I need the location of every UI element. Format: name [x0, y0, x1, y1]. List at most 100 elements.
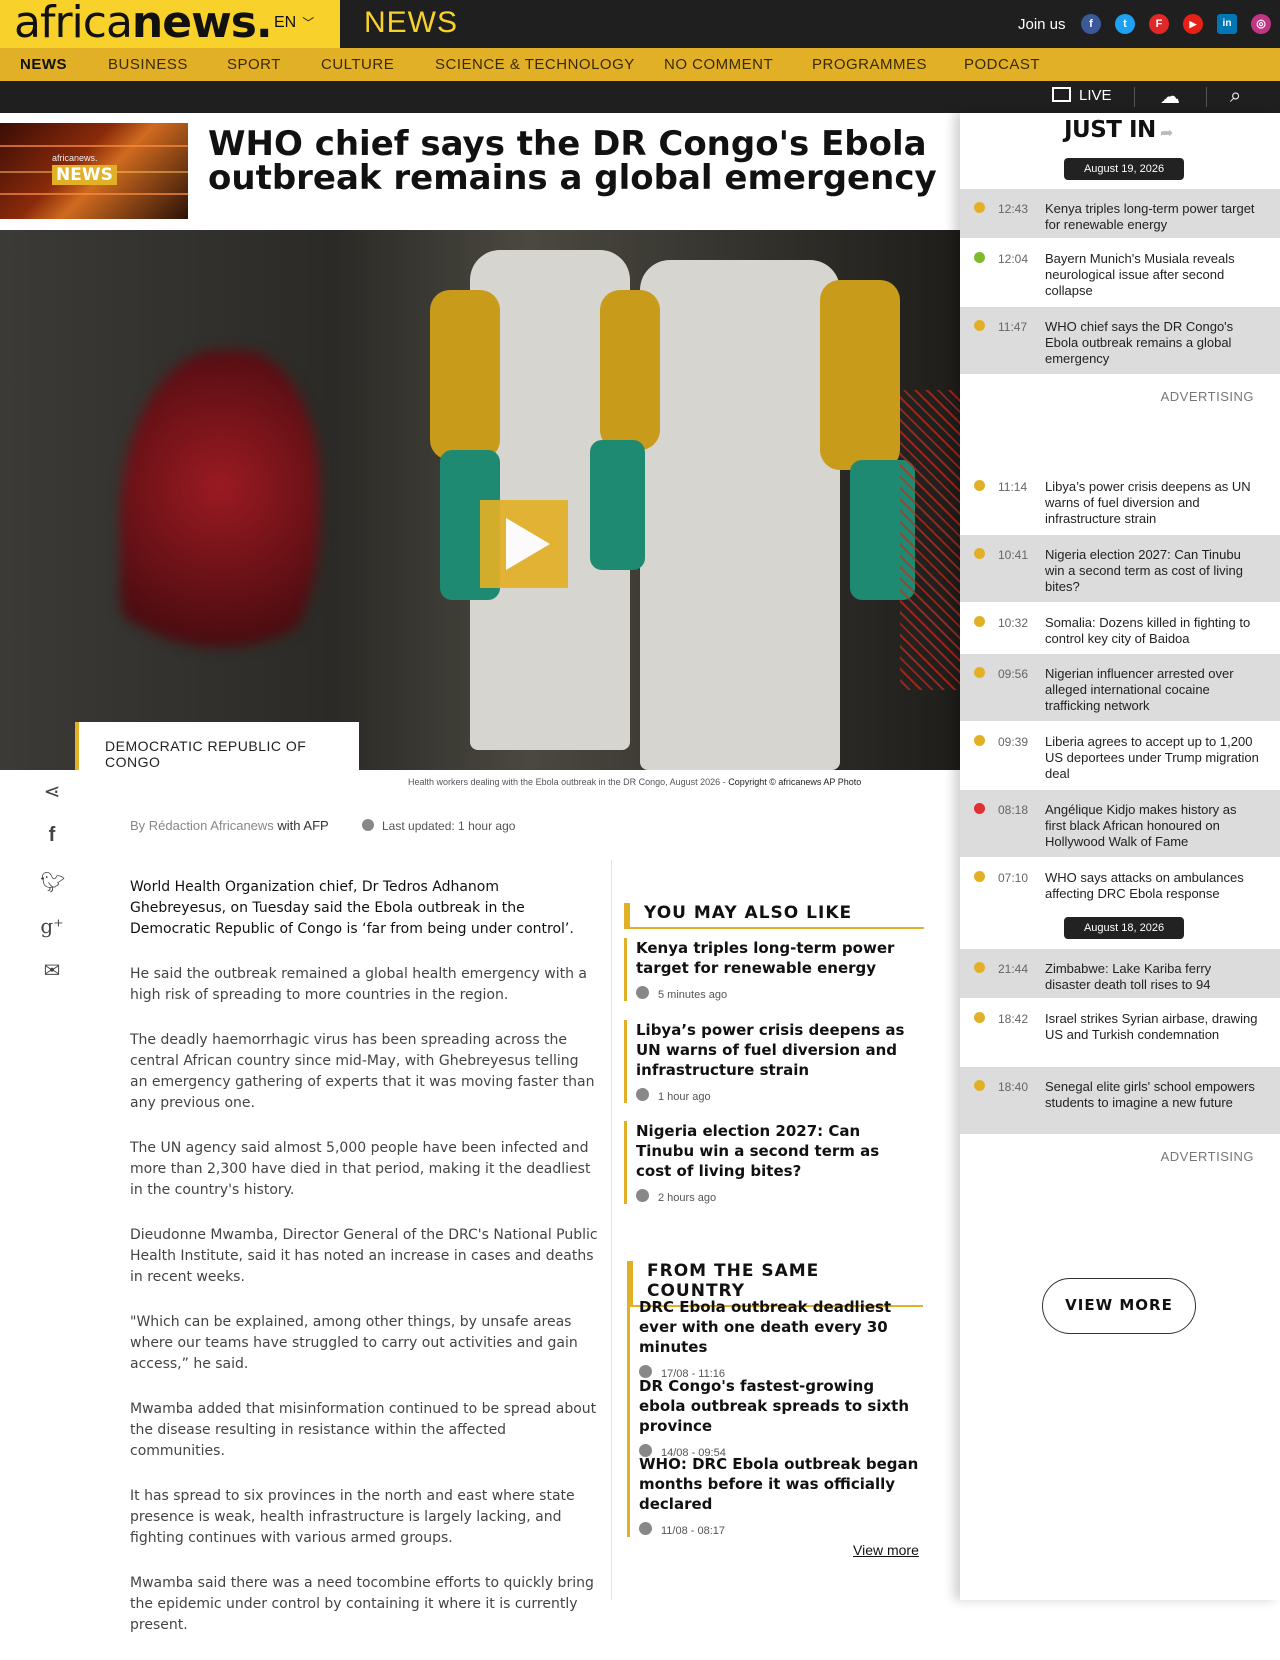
- related-item[interactable]: Nigeria election 2027: Can Tinubu win a …: [624, 1121, 916, 1204]
- share-arrow-icon[interactable]: ➦: [1160, 123, 1173, 143]
- article-paragraph: The UN agency said almost 5,000 people h…: [130, 1140, 591, 1198]
- article-paragraph: World Health Organization chief, Dr Tedr…: [130, 879, 574, 937]
- play-icon[interactable]: [480, 500, 568, 588]
- just-in-sidebar: JUST IN ➦ August 19, 2026 12:43 Kenya tr…: [960, 113, 1280, 1600]
- top-bar: africanews. EN ﹀ NEWS Join us f t F ▶ in …: [0, 0, 1280, 48]
- nav-no-comment[interactable]: NO COMMENT: [664, 56, 773, 73]
- linkedin-icon[interactable]: in: [1217, 14, 1237, 34]
- nav-business[interactable]: BUSINESS: [108, 56, 188, 73]
- thumbnail-news-label: NEWS: [52, 165, 117, 185]
- article-body: World Health Organization chief, Dr Tedr…: [130, 877, 598, 1660]
- facebook-icon[interactable]: f: [40, 824, 64, 847]
- just-in-item[interactable]: 12:04 Bayern Munich's Musiala reveals ne…: [960, 239, 1280, 306]
- hero-video[interactable]: DEMOCRATIC REPUBLIC OF CONGO: [0, 230, 960, 770]
- divider: [1206, 87, 1207, 107]
- africanews-logo[interactable]: africanews.: [14, 0, 273, 46]
- clock-icon: [974, 667, 985, 678]
- clock-icon: [974, 803, 985, 814]
- yellow-sleeve: [820, 280, 900, 470]
- view-more-button[interactable]: VIEW MORE: [1042, 1278, 1196, 1334]
- page-title: WHO chief says the DR Congo's Ebola outb…: [208, 124, 937, 198]
- article-paragraph: It has spread to six provinces in the no…: [130, 1488, 575, 1546]
- last-updated: Last updated: 1 hour ago: [362, 819, 515, 833]
- yellow-sleeve: [430, 290, 500, 460]
- just-in-item[interactable]: 21:44 Zimbabwe: Lake Kariba ferry disast…: [960, 949, 1280, 998]
- chevron-down-icon: ﹀: [302, 16, 315, 30]
- related-item[interactable]: Kenya triples long-term power target for…: [624, 938, 916, 1001]
- instagram-icon[interactable]: ◎: [1251, 14, 1271, 34]
- nav-culture[interactable]: CULTURE: [321, 56, 394, 73]
- language-selector[interactable]: EN ﹀: [274, 14, 314, 32]
- nav-news[interactable]: NEWS: [20, 56, 67, 73]
- clock-icon: [974, 202, 985, 213]
- nav-sport[interactable]: SPORT: [227, 56, 281, 73]
- related-item[interactable]: WHO: DRC Ebola outbreak began months bef…: [627, 1454, 919, 1537]
- related-item-time: 1 hour ago: [636, 1088, 916, 1103]
- related-item-title[interactable]: Libya’s power crisis deepens as UN warns…: [636, 1020, 916, 1080]
- youtube-icon[interactable]: ▶: [1183, 14, 1203, 34]
- facebook-icon[interactable]: f: [1081, 14, 1101, 34]
- just-in-item[interactable]: 10:32 Somalia: Dozens killed in fighting…: [960, 603, 1280, 652]
- clock-icon: [974, 616, 985, 627]
- weather-icon[interactable]: ☁: [1160, 84, 1180, 109]
- just-in-item[interactable]: 18:40 Senegal elite girls' school empowe…: [960, 1067, 1280, 1134]
- related-item[interactable]: Libya’s power crisis deepens as UN warns…: [624, 1020, 916, 1103]
- google-plus-icon[interactable]: g⁺: [40, 914, 64, 938]
- health-worker-figure: [640, 260, 840, 770]
- byline: By Rédaction Africanews with AFP: [130, 818, 329, 833]
- email-icon[interactable]: ✉: [40, 958, 64, 983]
- just-in-item[interactable]: 10:41 Nigeria election 2027: Can Tinubu …: [960, 535, 1280, 602]
- tv-icon: [1052, 87, 1071, 102]
- main-nav: NEWS BUSINESS SPORT CULTURE SCIENCE & TE…: [0, 48, 1280, 81]
- related-item[interactable]: DR Congo's fastest-growing ebola outbrea…: [627, 1376, 919, 1459]
- just-in-item[interactable]: 07:10 WHO says attacks on ambulances aff…: [960, 858, 1280, 903]
- search-icon[interactable]: ⌕: [1230, 85, 1241, 108]
- news-thumbnail: africanews. NEWS: [0, 123, 188, 219]
- clock-icon: [974, 252, 985, 263]
- just-in-item[interactable]: 09:39 Liberia agrees to accept up to 1,2…: [960, 722, 1280, 789]
- clock-icon: [636, 1189, 649, 1202]
- related-item-title[interactable]: WHO: DRC Ebola outbreak began months bef…: [639, 1454, 919, 1514]
- related-item-time: 11/08 - 08:17: [639, 1522, 919, 1537]
- column-divider: [611, 860, 612, 1600]
- also-like-title: YOU MAY ALSO LIKE: [624, 903, 924, 929]
- article-paragraph: Mwamba said there was a need tocombine e…: [130, 1575, 594, 1633]
- related-item-title[interactable]: DRC Ebola outbreak deadliest ever with o…: [639, 1297, 919, 1357]
- just-in-item[interactable]: 12:43 Kenya triples long-term power targ…: [960, 189, 1280, 238]
- just-in-item[interactable]: 11:47 WHO chief says the DR Congo's Ebol…: [960, 307, 1280, 374]
- share-icon[interactable]: ⋖: [40, 779, 64, 804]
- image-caption: Health workers dealing with the Ebola ou…: [408, 777, 862, 787]
- advertising-label: ADVERTISING: [1160, 1149, 1254, 1164]
- clock-icon: [974, 1080, 985, 1091]
- related-item-title[interactable]: Nigeria election 2027: Can Tinubu win a …: [636, 1121, 916, 1181]
- nav-podcast[interactable]: PODCAST: [964, 56, 1040, 73]
- clock-icon: [974, 480, 985, 491]
- country-tag[interactable]: DEMOCRATIC REPUBLIC OF CONGO: [75, 722, 359, 770]
- clock-icon: [974, 962, 985, 973]
- yellow-sleeve: [600, 290, 660, 450]
- just-in-item[interactable]: 11:14 Libya’s power crisis deepens as UN…: [960, 467, 1280, 534]
- section-title: NEWS: [364, 6, 458, 39]
- nav-programmes[interactable]: PROGRAMMES: [812, 56, 927, 73]
- related-item-title[interactable]: Kenya triples long-term power target for…: [636, 938, 916, 978]
- article-paragraph: Dieudonne Mwamba, Director General of th…: [130, 1227, 598, 1285]
- nav-science-technology[interactable]: SCIENCE & TECHNOLOGY: [435, 56, 635, 73]
- twitter-icon[interactable]: 🐦︎: [40, 870, 65, 895]
- just-in-item[interactable]: 09:56 Nigerian influencer arrested over …: [960, 654, 1280, 721]
- related-item-time: 2 hours ago: [636, 1189, 916, 1204]
- flipboard-icon[interactable]: F: [1149, 14, 1169, 34]
- related-item[interactable]: DRC Ebola outbreak deadliest ever with o…: [627, 1297, 919, 1380]
- view-more-link[interactable]: View more: [853, 1542, 919, 1558]
- orange-fence: [900, 390, 960, 690]
- twitter-icon[interactable]: t: [1115, 14, 1135, 34]
- thumbnail-logo: africanews.: [52, 153, 98, 163]
- just-in-item[interactable]: 08:18 Angélique Kidjo makes history as f…: [960, 790, 1280, 857]
- just-in-item[interactable]: 18:42 Israel strikes Syrian airbase, dra…: [960, 999, 1280, 1066]
- utility-bar: LIVE ☁ ⌕: [0, 81, 1280, 113]
- green-glove: [590, 440, 645, 570]
- clock-icon: [974, 871, 985, 882]
- just-in-title: JUST IN: [1064, 117, 1156, 143]
- live-button[interactable]: LIVE: [1052, 87, 1112, 104]
- clock-icon: [636, 1088, 649, 1101]
- related-item-title[interactable]: DR Congo's fastest-growing ebola outbrea…: [639, 1376, 919, 1436]
